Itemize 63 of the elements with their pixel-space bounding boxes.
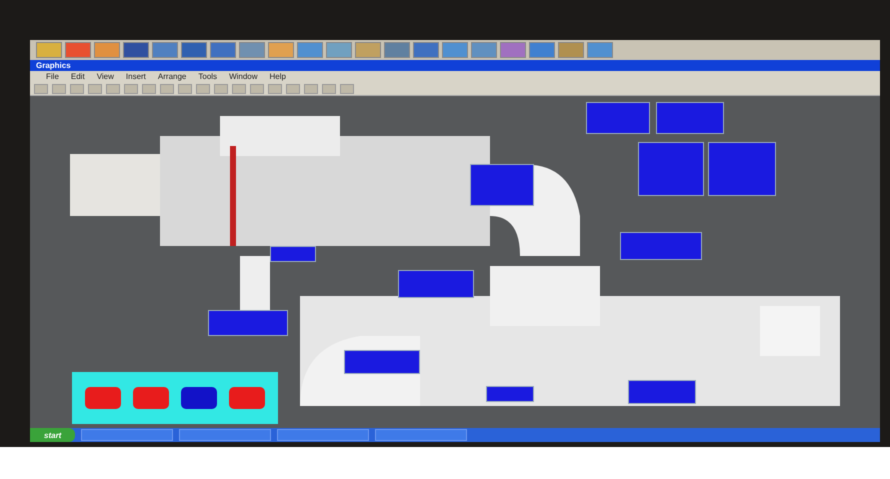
tool-icon[interactable] <box>304 84 318 94</box>
status-button[interactable] <box>85 387 121 409</box>
menu-item[interactable]: Window <box>229 71 258 82</box>
tool-icon[interactable] <box>124 84 138 94</box>
toolbar-icon[interactable] <box>210 42 236 58</box>
toolbar-icon[interactable] <box>36 42 62 58</box>
toolbar-icon[interactable] <box>471 42 497 58</box>
menu-item[interactable]: View <box>96 71 114 82</box>
toolbar-icon[interactable] <box>384 42 410 58</box>
tool-icon[interactable] <box>196 84 210 94</box>
toolbar-icon[interactable] <box>326 42 352 58</box>
tool-icon[interactable] <box>214 84 228 94</box>
menu-item[interactable]: Tools <box>198 71 218 82</box>
menu-item[interactable]: Help <box>270 71 286 82</box>
menu-item[interactable]: Insert <box>126 71 146 82</box>
toolbar-icon[interactable] <box>558 42 584 58</box>
toolbar-icon[interactable] <box>529 42 555 58</box>
taskbar-item[interactable] <box>81 429 174 441</box>
toolbar-icon[interactable] <box>239 42 265 58</box>
toolbar-icon[interactable] <box>297 42 323 58</box>
tool-icon[interactable] <box>88 84 102 94</box>
readout-panel <box>486 386 534 402</box>
toolbar-icon[interactable] <box>413 42 439 58</box>
tool-icon[interactable] <box>142 84 156 94</box>
readout-panel <box>656 102 724 134</box>
toolbar-icon[interactable] <box>94 42 120 58</box>
status-button[interactable] <box>133 387 169 409</box>
taskbar-item[interactable] <box>375 429 468 441</box>
menu-item[interactable]: Arrange <box>158 71 186 82</box>
toolbar-icon[interactable] <box>355 42 381 58</box>
toolbar-icon[interactable] <box>181 42 207 58</box>
tool-icon[interactable] <box>160 84 174 94</box>
readout-panel <box>470 164 534 206</box>
toolbar-icon[interactable] <box>65 42 91 58</box>
toolbar-icon[interactable] <box>500 42 526 58</box>
tool-icon[interactable] <box>250 84 264 94</box>
readout-panel <box>628 380 696 404</box>
toolbar-icon[interactable] <box>587 42 613 58</box>
tool-icon[interactable] <box>106 84 120 94</box>
tool-icon[interactable] <box>268 84 282 94</box>
taskbar-item[interactable] <box>277 429 370 441</box>
tool-icon[interactable] <box>178 84 192 94</box>
status-button[interactable] <box>181 387 217 409</box>
tool-icon[interactable] <box>34 84 48 94</box>
tool-icon[interactable] <box>52 84 66 94</box>
window-title: Graphics <box>36 60 71 71</box>
readout-panel <box>708 142 776 196</box>
toolbar-icon[interactable] <box>268 42 294 58</box>
readout-panel <box>270 246 316 262</box>
menu-item[interactable]: File <box>46 71 59 82</box>
toolbar-icon[interactable] <box>442 42 468 58</box>
status-button[interactable] <box>229 387 265 409</box>
readout-panel <box>638 142 704 196</box>
toolbar-icon[interactable] <box>123 42 149 58</box>
tool-icon[interactable] <box>286 84 300 94</box>
readout-panel <box>586 102 650 134</box>
menu-item[interactable]: Edit <box>70 71 85 82</box>
toolbar-icon[interactable] <box>152 42 178 58</box>
tool-icon[interactable] <box>340 84 354 94</box>
tool-icon[interactable] <box>70 84 84 94</box>
taskbar-item[interactable] <box>179 429 272 441</box>
tool-icon[interactable] <box>322 84 336 94</box>
tool-icon[interactable] <box>232 84 246 94</box>
